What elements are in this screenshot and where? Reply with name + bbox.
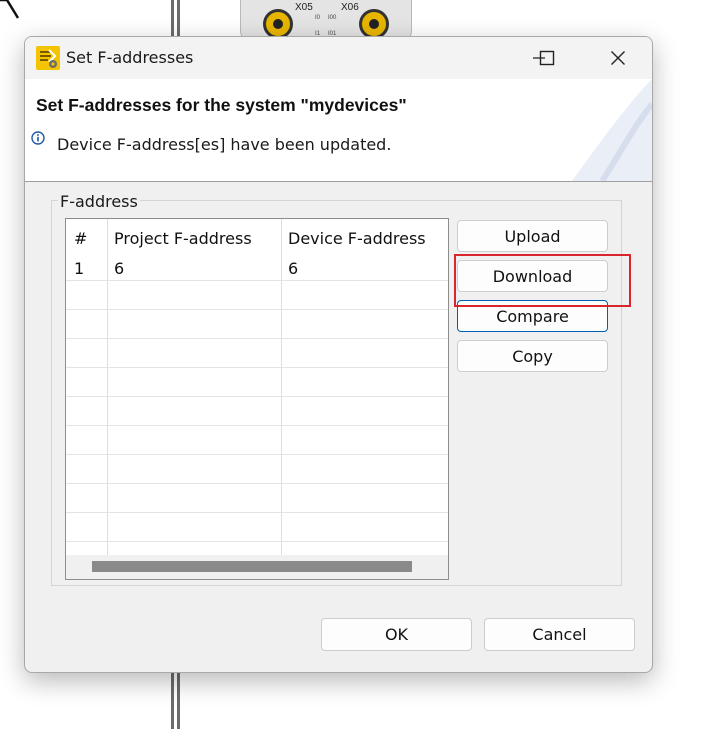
download-highlight-annotation: [454, 254, 631, 307]
cable-line: [171, 672, 174, 729]
pin-label: I0: [315, 15, 321, 21]
group-label: F-address: [58, 192, 140, 211]
pin-label: I00: [328, 15, 337, 21]
ok-button[interactable]: OK: [321, 618, 472, 651]
maximize-button[interactable]: [524, 37, 570, 79]
connector-icon: [263, 9, 293, 39]
cable-line: [177, 672, 180, 729]
row-divider: [66, 483, 448, 484]
row-divider: [66, 396, 448, 397]
cell-index: 1: [74, 259, 85, 278]
connector-label: X05: [295, 2, 313, 13]
row-divider: [66, 512, 448, 513]
status-message: Device F-address[es] have been updated.: [57, 135, 392, 154]
maximize-icon: [539, 50, 555, 66]
row-divider: [66, 309, 448, 310]
column-header-project-f-address[interactable]: Project F-address: [114, 229, 252, 248]
column-divider: [281, 219, 282, 555]
f-address-table[interactable]: # Project F-address Device F-address 1 6…: [65, 218, 449, 580]
horizontal-scrollbar[interactable]: [66, 555, 448, 579]
set-f-addresses-dialog: Set F-addresses Set F-addresses for the …: [24, 36, 653, 673]
copy-button[interactable]: Copy: [457, 340, 608, 372]
header-decoration: [572, 79, 652, 181]
header-title: Set F-addresses for the system "mydevice…: [36, 95, 407, 115]
info-icon: [31, 131, 45, 145]
connector-icon: [359, 9, 389, 39]
row-divider: [66, 541, 448, 542]
scrollbar-thumb[interactable]: [92, 561, 412, 572]
column-header-device-f-address[interactable]: Device F-address: [288, 229, 426, 248]
upload-button[interactable]: Upload: [457, 220, 608, 252]
cell-device-f-address: 6: [288, 259, 299, 278]
column-divider: [107, 219, 108, 555]
arrow-cursor-icon: [0, 0, 20, 19]
cancel-button[interactable]: Cancel: [484, 618, 635, 651]
close-button[interactable]: [595, 37, 641, 79]
app-icon: [36, 46, 60, 70]
dialog-header: Set F-addresses for the system "mydevice…: [25, 79, 652, 182]
cell-project-f-address: 6: [114, 259, 125, 278]
window-title: Set F-addresses: [66, 48, 194, 67]
connector-label: X06: [341, 2, 359, 13]
row-divider: [66, 425, 448, 426]
column-header-index[interactable]: #: [74, 229, 87, 248]
row-divider: [66, 367, 448, 368]
cable-line: [177, 0, 180, 40]
device-module: X05 X06 I0 I00 I1 I01: [240, 0, 412, 41]
row-divider: [66, 454, 448, 455]
close-icon: [611, 51, 625, 65]
row-divider: [66, 280, 448, 281]
cable-line: [171, 0, 174, 40]
title-bar[interactable]: Set F-addresses: [25, 37, 652, 79]
row-divider: [66, 338, 448, 339]
